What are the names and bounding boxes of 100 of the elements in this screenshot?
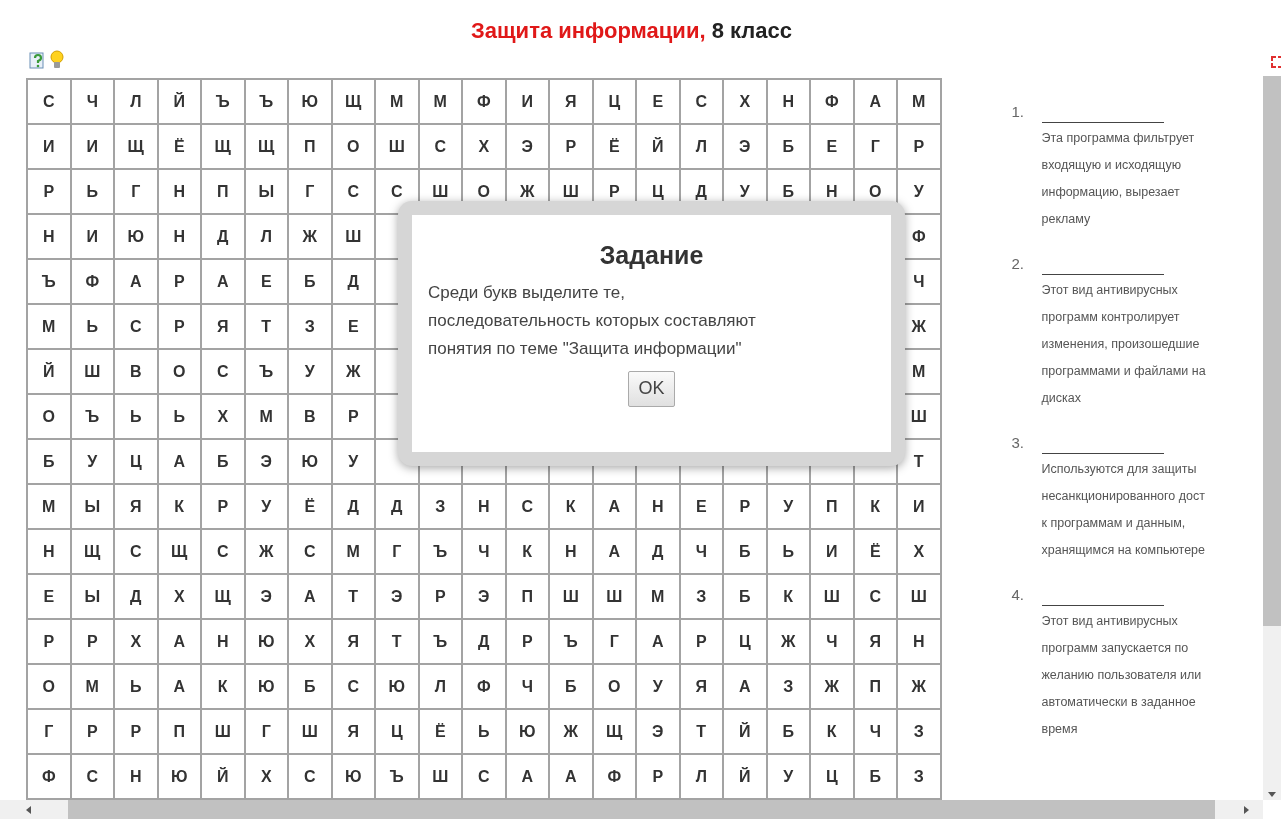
letter-cell[interactable]: Р (506, 620, 548, 663)
letter-cell[interactable]: Р (71, 710, 113, 753)
letter-cell[interactable]: З (898, 755, 940, 798)
letter-cell[interactable]: З (898, 710, 940, 753)
letter-cell[interactable]: Р (332, 395, 374, 438)
letter-cell[interactable]: Х (898, 530, 940, 573)
letter-cell[interactable]: Ъ (376, 755, 418, 798)
letter-cell[interactable]: Л (680, 125, 722, 168)
letter-cell[interactable]: Р (637, 755, 679, 798)
letter-cell[interactable]: З (680, 575, 722, 618)
letter-cell[interactable]: Г (376, 530, 418, 573)
letter-cell[interactable]: А (158, 665, 200, 708)
ok-button[interactable]: OK (628, 370, 675, 407)
letter-cell[interactable]: Ш (332, 215, 374, 258)
letter-cell[interactable]: Ф (463, 665, 505, 708)
letter-cell[interactable]: А (637, 620, 679, 663)
letter-cell[interactable]: К (202, 665, 244, 708)
letter-cell[interactable]: О (332, 125, 374, 168)
letter-cell[interactable]: З (419, 485, 461, 528)
letter-cell[interactable]: Ф (811, 80, 853, 123)
letter-cell[interactable]: Й (28, 350, 70, 393)
letter-cell[interactable]: Э (245, 575, 287, 618)
letter-cell[interactable]: Т (898, 440, 940, 483)
letter-cell[interactable]: Р (550, 125, 592, 168)
letter-cell[interactable]: М (898, 80, 940, 123)
letter-cell[interactable]: Н (550, 530, 592, 573)
letter-cell[interactable]: И (71, 215, 113, 258)
letter-cell[interactable]: Г (115, 170, 157, 213)
letter-cell[interactable]: Щ (332, 80, 374, 123)
letter-cell[interactable]: Ю (158, 755, 200, 798)
letter-cell[interactable]: К (854, 485, 896, 528)
letter-cell[interactable]: Е (680, 485, 722, 528)
letter-cell[interactable]: О (28, 395, 70, 438)
letter-cell[interactable]: Д (376, 485, 418, 528)
letter-cell[interactable]: Й (158, 80, 200, 123)
letter-cell[interactable]: М (332, 530, 374, 573)
letter-cell[interactable]: Ж (898, 665, 940, 708)
letter-cell[interactable]: Е (637, 80, 679, 123)
letter-cell[interactable]: Х (245, 755, 287, 798)
letter-cell[interactable]: Г (28, 710, 70, 753)
letter-cell[interactable]: Е (332, 305, 374, 348)
letter-cell[interactable]: Ш (376, 125, 418, 168)
letter-cell[interactable]: С (680, 80, 722, 123)
letter-cell[interactable]: Е (811, 125, 853, 168)
letter-cell[interactable]: Э (376, 575, 418, 618)
letter-cell[interactable]: Б (724, 530, 766, 573)
letter-cell[interactable]: Б (767, 710, 809, 753)
letter-cell[interactable]: Т (376, 620, 418, 663)
letter-cell[interactable]: Е (28, 575, 70, 618)
letter-cell[interactable]: Ф (71, 260, 113, 303)
letter-cell[interactable]: И (811, 530, 853, 573)
letter-cell[interactable]: А (593, 530, 635, 573)
letter-cell[interactable]: Ж (767, 620, 809, 663)
letter-cell[interactable]: Ъ (419, 620, 461, 663)
letter-cell[interactable]: А (593, 485, 635, 528)
letter-cell[interactable]: Ъ (245, 350, 287, 393)
letter-cell[interactable]: Ш (71, 350, 113, 393)
letter-cell[interactable]: Ц (376, 710, 418, 753)
letter-cell[interactable]: Щ (202, 575, 244, 618)
letter-cell[interactable]: Й (202, 755, 244, 798)
letter-cell[interactable]: Ш (811, 575, 853, 618)
letter-cell[interactable]: Ш (593, 575, 635, 618)
letter-cell[interactable]: Ё (854, 530, 896, 573)
letter-cell[interactable]: Т (245, 305, 287, 348)
letter-cell[interactable]: Ц (593, 80, 635, 123)
letter-cell[interactable]: А (202, 260, 244, 303)
letter-cell[interactable]: Ж (550, 710, 592, 753)
letter-cell[interactable]: И (71, 125, 113, 168)
letter-cell[interactable]: Ж (811, 665, 853, 708)
letter-cell[interactable]: З (289, 305, 331, 348)
letter-cell[interactable]: Й (637, 125, 679, 168)
letter-cell[interactable]: Т (680, 710, 722, 753)
letter-cell[interactable]: Ч (854, 710, 896, 753)
letter-cell[interactable]: Р (158, 260, 200, 303)
letter-cell[interactable]: Г (245, 710, 287, 753)
letter-cell[interactable]: Ф (593, 755, 635, 798)
letter-cell[interactable]: С (332, 665, 374, 708)
letter-cell[interactable]: Ю (245, 620, 287, 663)
letter-cell[interactable]: Я (332, 710, 374, 753)
letter-cell[interactable]: Р (115, 710, 157, 753)
letter-cell[interactable]: А (506, 755, 548, 798)
letter-cell[interactable]: А (115, 260, 157, 303)
letter-cell[interactable]: П (158, 710, 200, 753)
letter-cell[interactable]: Н (767, 80, 809, 123)
letter-cell[interactable]: Ф (463, 80, 505, 123)
letter-cell[interactable]: Ж (289, 215, 331, 258)
letter-cell[interactable]: Й (724, 755, 766, 798)
letter-cell[interactable]: Н (463, 485, 505, 528)
letter-cell[interactable]: М (245, 395, 287, 438)
letter-cell[interactable]: А (289, 575, 331, 618)
letter-cell[interactable]: Х (202, 395, 244, 438)
letter-cell[interactable]: У (289, 350, 331, 393)
letter-cell[interactable]: Ш (419, 755, 461, 798)
letter-cell[interactable]: Б (289, 665, 331, 708)
letter-cell[interactable]: Ъ (202, 80, 244, 123)
letter-cell[interactable]: Ч (463, 530, 505, 573)
letter-cell[interactable]: Е (245, 260, 287, 303)
letter-cell[interactable]: Н (158, 170, 200, 213)
letter-cell[interactable]: С (463, 755, 505, 798)
letter-cell[interactable]: Ш (898, 575, 940, 618)
